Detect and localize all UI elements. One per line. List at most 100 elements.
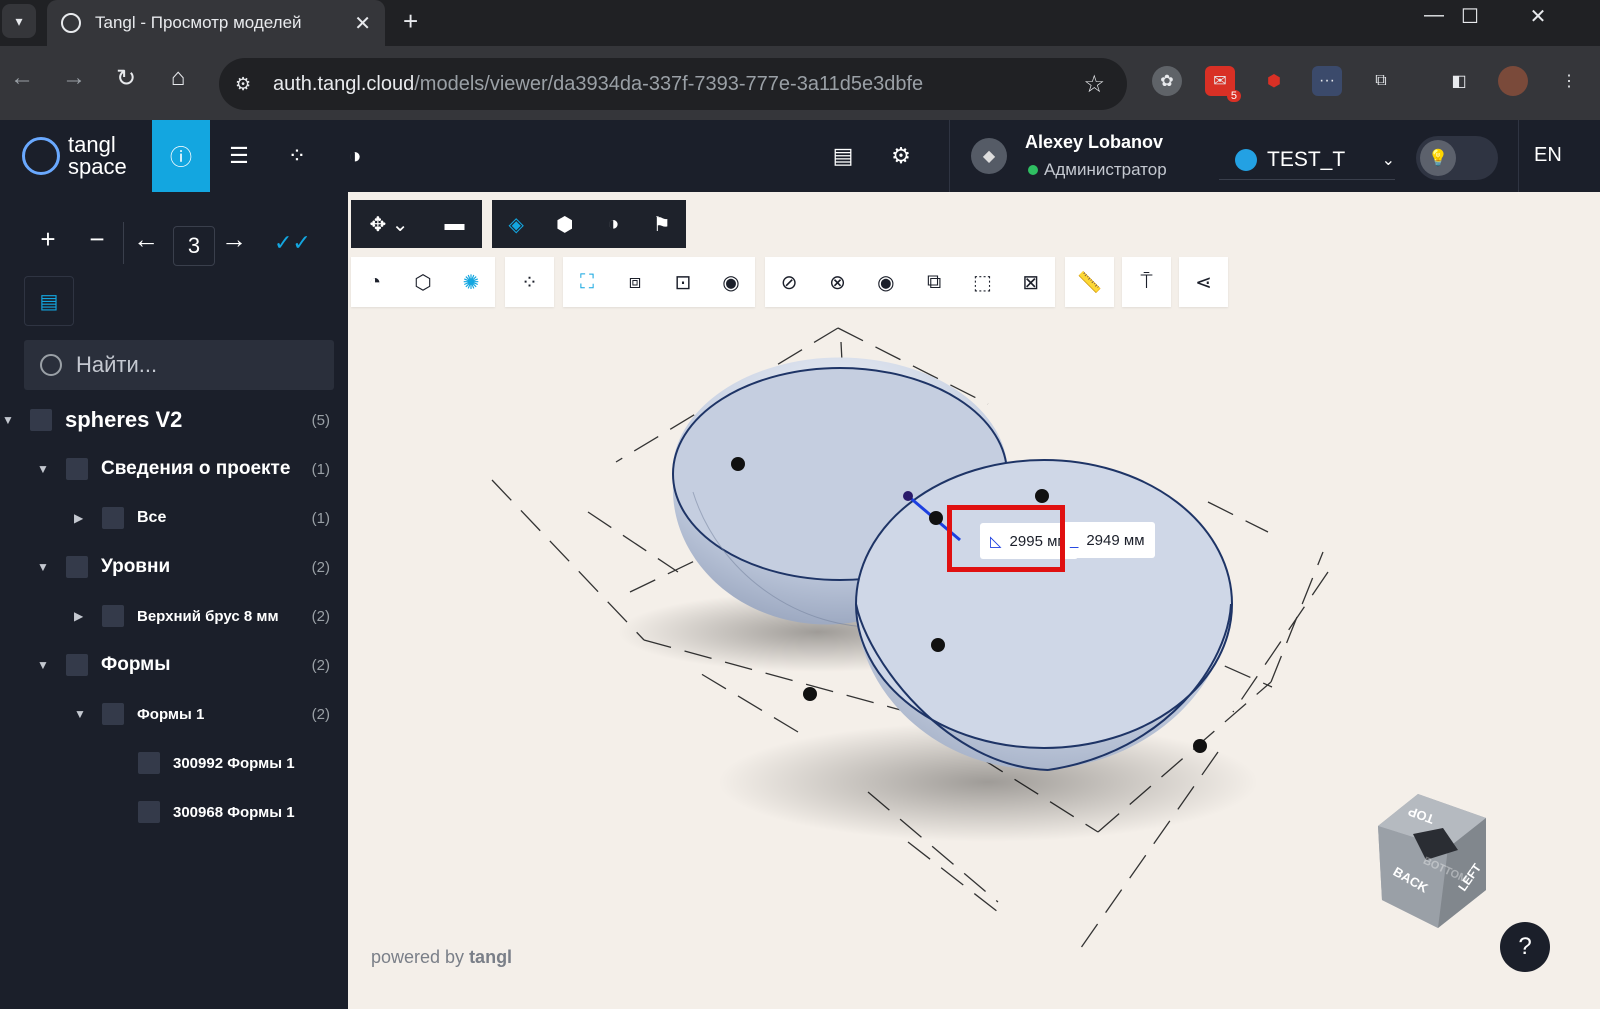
side-panel-icon[interactable]: ◧: [1444, 66, 1474, 96]
hide-selected-icon[interactable]: ⊠: [1007, 257, 1055, 307]
layers-list-button[interactable]: ▤: [24, 276, 74, 326]
compare-toggle-icon[interactable]: ◑: [589, 200, 638, 248]
expand-all-button[interactable]: +: [33, 224, 63, 255]
caret-down-icon[interactable]: ▼: [74, 707, 86, 721]
reload-button[interactable]: ↻: [108, 64, 144, 93]
forward-button[interactable]: →: [56, 64, 92, 92]
theme-toggle[interactable]: 💡: [1416, 136, 1498, 180]
check-all-icon[interactable]: ✓✓: [274, 230, 311, 256]
level-decrease-button[interactable]: ←: [131, 224, 161, 255]
speedometer-icon[interactable]: ◔: [351, 257, 399, 307]
info-tab-button[interactable]: ⓘ: [152, 120, 210, 192]
tree-search-input[interactable]: [76, 352, 316, 378]
collapse-all-button[interactable]: −: [82, 224, 112, 255]
address-bar[interactable]: ⚙ auth.tangl.cloud/models/viewer/da3934d…: [219, 58, 1127, 110]
tree-checkbox[interactable]: [138, 801, 160, 823]
hexagon-settings-icon[interactable]: ⬡: [399, 257, 447, 307]
tangl-logo[interactable]: tangl space: [22, 134, 127, 178]
compare-button[interactable]: ◑: [326, 120, 384, 192]
level-input[interactable]: 3: [173, 226, 215, 266]
isolate-icon[interactable]: ⧉: [910, 257, 958, 307]
target-icon[interactable]: ◉: [707, 257, 755, 307]
tree-checkbox[interactable]: [30, 409, 52, 431]
tree-row[interactable]: ▼ spheres V2 (5): [0, 398, 348, 442]
caret-down-icon[interactable]: ▼: [37, 462, 49, 476]
caret-right-icon[interactable]: ▶: [74, 609, 83, 623]
tab-search-button[interactable]: ▾: [2, 4, 36, 38]
hide-eye-icon[interactable]: ⊘: [765, 257, 813, 307]
focus-box-icon[interactable]: ⧈: [611, 257, 659, 307]
tree-checkbox[interactable]: [102, 703, 124, 725]
show-eye-icon[interactable]: ◉: [862, 257, 910, 307]
tree-row[interactable]: ▼ Уровни (2): [0, 545, 348, 589]
caret-right-icon[interactable]: ▶: [74, 511, 83, 525]
tree-label: Уровни: [101, 556, 171, 577]
profile-avatar[interactable]: [1498, 66, 1528, 96]
section-toolbar: ⍑: [1122, 257, 1171, 307]
powered-brand: tangl: [469, 947, 513, 967]
cube-wireframe-icon[interactable]: ◈: [492, 200, 541, 248]
site-info-icon[interactable]: ⚙: [235, 74, 265, 95]
user-avatar[interactable]: ◆: [971, 138, 1007, 174]
tangl-favicon-icon: [61, 13, 81, 33]
tab-title: Tangl - Просмотр моделей: [95, 13, 302, 32]
aperture-icon[interactable]: ✺: [447, 257, 495, 307]
extension-mail-icon[interactable]: ✉ 5: [1205, 66, 1241, 102]
maximize-button[interactable]: ☐: [1440, 4, 1500, 29]
comment-icon[interactable]: ▬: [427, 200, 482, 248]
cube-solid-icon[interactable]: ⬢: [541, 200, 590, 248]
help-button[interactable]: ?: [1500, 922, 1550, 972]
extension-icon-1[interactable]: ✿: [1152, 66, 1182, 96]
tree-checkbox[interactable]: [138, 752, 160, 774]
3d-viewport[interactable]: ✥ ⌄ ▬ ◈ ⬢ ◑ ⚑ ◔ ⬡ ✺ ⁘ ⛶ ⧈ ⊡ ◉ ⊘ ⊗ ◉ ⧉ ⬚ …: [348, 192, 1600, 1009]
tree-row[interactable]: ▶ Все (1): [0, 496, 348, 540]
flag-icon[interactable]: ⚑: [638, 200, 687, 248]
share-icon[interactable]: ⋖: [1179, 257, 1228, 307]
language-switch[interactable]: EN: [1534, 144, 1562, 167]
back-button[interactable]: ←: [4, 64, 40, 92]
tree-row[interactable]: ▼ Формы (2): [0, 643, 348, 687]
home-button[interactable]: ⌂: [160, 64, 196, 92]
extension-shield-icon[interactable]: ⬢: [1259, 66, 1289, 96]
close-window-button[interactable]: ✕: [1508, 4, 1568, 29]
view-cube[interactable]: TOP BACK LEFT BOTTOM: [1368, 790, 1508, 940]
caret-down-icon[interactable]: ▼: [37, 560, 49, 574]
new-tab-button[interactable]: +: [403, 6, 418, 37]
browser-menu-icon[interactable]: ⋮: [1554, 66, 1584, 96]
tree-row[interactable]: ▼ Формы 1 (2): [0, 692, 348, 736]
layers-stack-button[interactable]: ▤: [814, 120, 872, 192]
tree-row[interactable]: 300992 Формы 1: [0, 741, 348, 785]
tree-row[interactable]: ▼ Сведения о проекте (1): [0, 447, 348, 491]
level-increase-button[interactable]: →: [219, 224, 249, 255]
extension-dots-icon[interactable]: ···: [1312, 66, 1342, 96]
ruler-icon[interactable]: 📏: [1065, 257, 1114, 307]
section-plane-icon[interactable]: ⍑: [1122, 257, 1171, 307]
tree-row[interactable]: ▶ Верхний брус 8 мм (2): [0, 594, 348, 638]
hide-others-eye-icon[interactable]: ⊗: [813, 257, 861, 307]
list-view-button[interactable]: ☰: [210, 120, 268, 192]
tree-checkbox[interactable]: [102, 605, 124, 627]
tree-checkbox[interactable]: [102, 507, 124, 529]
tree-checkbox[interactable]: [66, 654, 88, 676]
tree-count: (2): [311, 607, 330, 625]
extensions-puzzle-icon[interactable]: ⧉: [1366, 66, 1396, 96]
tree-checkbox[interactable]: [66, 458, 88, 480]
bookmark-star-icon[interactable]: ☆: [1083, 70, 1105, 99]
model-tree-sidebar: + − ← 3 → ✓✓ ▤ ▼ spheres V2 (5) ▼ Сведен…: [0, 192, 348, 1009]
tree-row[interactable]: 300968 Формы 1: [0, 790, 348, 834]
grid-dots-icon[interactable]: ⁘: [505, 257, 554, 307]
settings-gear-button[interactable]: ⚙: [872, 120, 930, 192]
caret-down-icon[interactable]: ▼: [2, 413, 14, 427]
browser-tab-active[interactable]: Tangl - Просмотр моделей ✕: [47, 0, 385, 46]
orbit-mode-dropdown[interactable]: ✥ ⌄: [351, 200, 427, 248]
grid-view-button[interactable]: ⁘: [268, 120, 326, 192]
tab-close-icon[interactable]: ✕: [354, 11, 371, 36]
select-box-icon[interactable]: ⬚: [958, 257, 1006, 307]
workspace-selector[interactable]: TEST_T ⌄: [1219, 140, 1395, 180]
tree-checkbox[interactable]: [66, 556, 88, 578]
tree-search[interactable]: [24, 340, 334, 390]
caret-down-icon[interactable]: ▼: [37, 658, 49, 672]
measure-label-2[interactable]: _ 2949 мм: [1060, 522, 1155, 558]
fit-view-icon[interactable]: ⛶: [563, 257, 611, 307]
focus-selection-icon[interactable]: ⊡: [659, 257, 707, 307]
